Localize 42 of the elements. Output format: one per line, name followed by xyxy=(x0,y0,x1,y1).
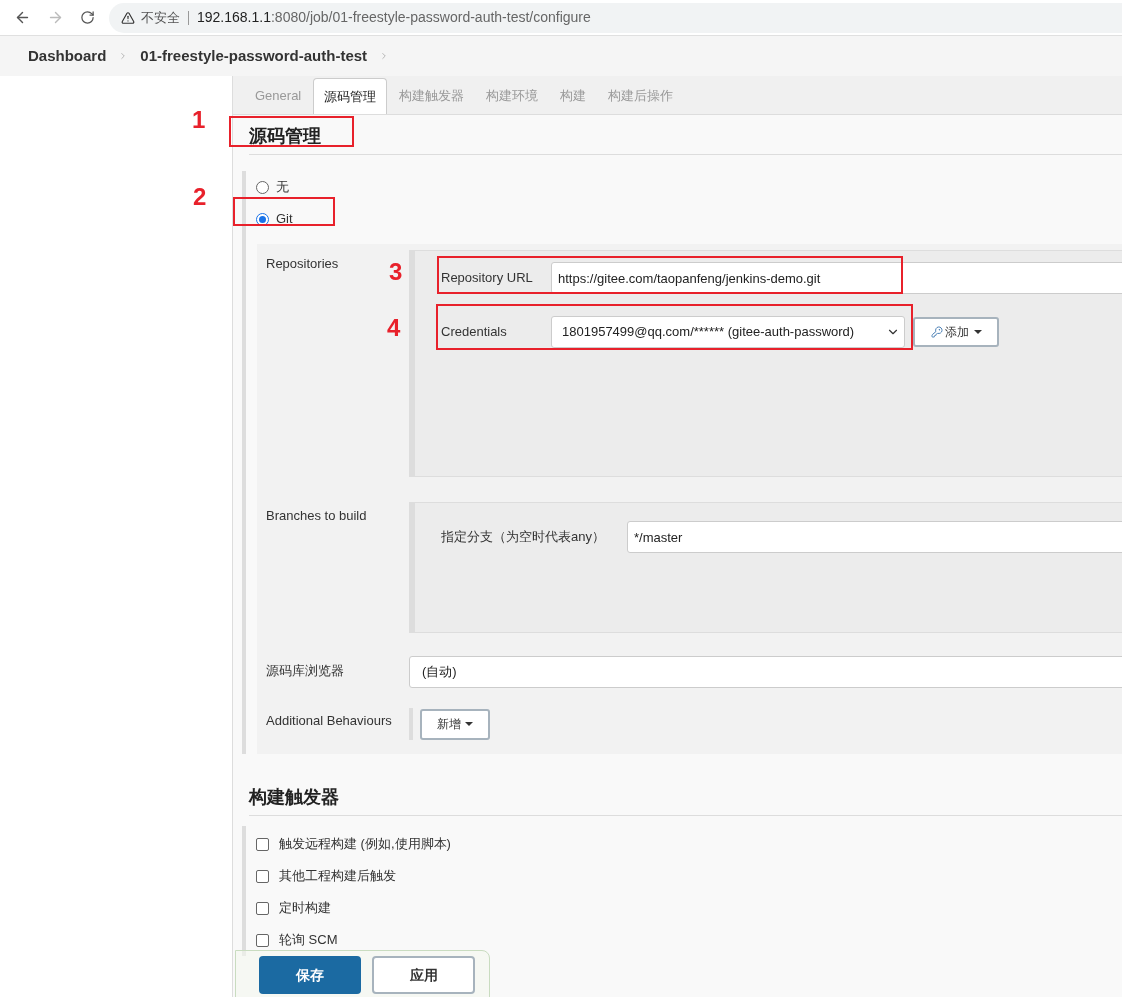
warning-icon xyxy=(121,10,135,25)
checkbox[interactable] xyxy=(256,901,269,915)
checkbox-label: 定时构建 xyxy=(279,899,331,918)
back-icon[interactable] xyxy=(14,9,31,26)
annotation-number: 3 xyxy=(389,260,403,284)
checkbox[interactable] xyxy=(256,837,269,851)
field-label: Credentials xyxy=(440,323,508,342)
section-heading: 构建触发器 xyxy=(249,784,1122,816)
radio-button[interactable] xyxy=(256,180,269,194)
credentials-select[interactable]: 1801957499@qq.com/****** (gitee-auth-password) xyxy=(551,316,905,348)
url-text: 192.168.1.1:8080/job/01-freestyle-password-auth-test/configure xyxy=(197,8,591,27)
annotation-number: 4 xyxy=(387,316,401,340)
checkbox-label: 轮询 SCM xyxy=(279,931,338,950)
repository-url-field[interactable]: https://gitee.com/taopanfeng/jenkins-demo.git xyxy=(551,262,1122,294)
add-behaviour-button[interactable]: 新增 xyxy=(420,708,490,740)
breadcrumb-link[interactable]: Dashboard xyxy=(28,44,107,68)
select-value: 1801957499@qq.com/****** (gitee-auth-password) xyxy=(562,323,856,342)
address-bar[interactable]: 不安全 192.168.1.1:8080/job/01-freestyle-password-auth-test/configure xyxy=(109,2,1122,33)
radio-label: 无 xyxy=(276,178,289,197)
radio-label: Git xyxy=(276,210,293,229)
key-icon xyxy=(930,326,943,338)
field-label: 指定分支（为空时代表any） xyxy=(440,528,606,547)
field-label: Repositories xyxy=(266,256,339,271)
field-label: 源码库浏览器 xyxy=(266,663,344,678)
checkbox[interactable] xyxy=(256,933,269,947)
checkbox[interactable] xyxy=(256,869,269,883)
checkbox-label: 触发远程构建 (例如,使用脚本) xyxy=(279,835,451,854)
checkbox-label: 其他工程构建后触发 xyxy=(279,867,396,886)
annotation-number: 1 xyxy=(192,108,206,132)
field-label: Branches to build xyxy=(266,508,367,523)
field-label: Repository URL xyxy=(440,269,534,288)
field-label: Additional Behaviours xyxy=(266,713,392,728)
section-heading: 源码管理 xyxy=(249,120,1122,155)
select-value: (自动) xyxy=(422,663,457,682)
security-label: 不安全 xyxy=(141,8,180,27)
add-button[interactable]: 添加 xyxy=(913,317,999,347)
breadcrumb-link[interactable]: 01-freestyle-password-auth-test xyxy=(140,44,368,68)
annotation-number: 2 xyxy=(193,185,207,209)
branch-field[interactable]: */master xyxy=(627,521,1122,553)
repository-browser-select[interactable]: (自动) xyxy=(409,656,1122,688)
config-tab[interactable]: 源码管理 xyxy=(313,78,388,114)
reload-icon[interactable] xyxy=(80,10,95,25)
